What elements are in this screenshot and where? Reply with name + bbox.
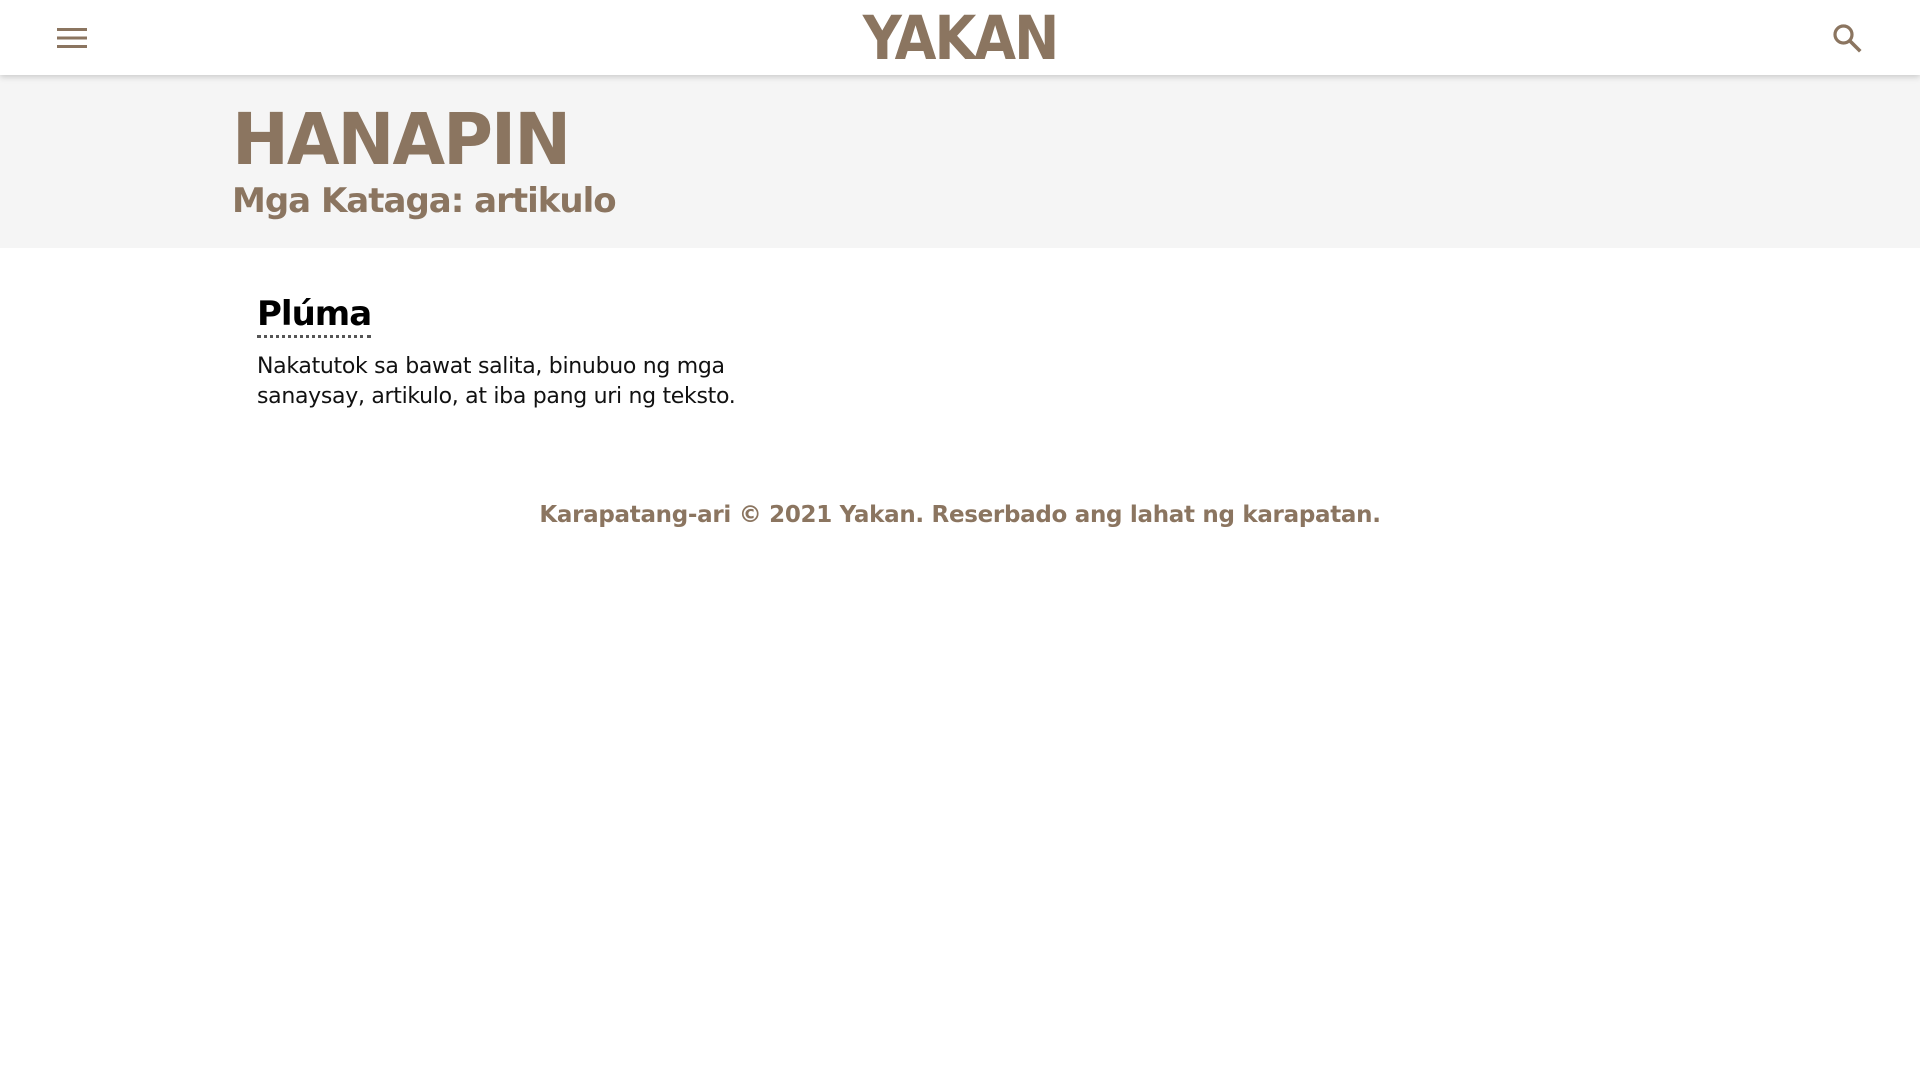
hamburger-menu-icon: [57, 28, 87, 48]
footer-copyright: Karapatang-ari © 2021 Yakan. Reserbado a…: [539, 502, 1381, 528]
result-item: Plúma Nakatutok sa bawat salita, binubuo…: [257, 294, 857, 412]
search-button[interactable]: [1826, 17, 1868, 59]
search-icon: [1833, 24, 1862, 53]
top-app-bar: YAKAN: [0, 0, 1920, 75]
result-description: Nakatutok sa bawat salita, binubuo ng mg…: [257, 353, 736, 409]
page-title: HANAPIN: [232, 98, 571, 182]
search-header: HANAPIN Mga Kataga: artikulo: [0, 75, 1920, 248]
result-title-link[interactable]: Plúma: [257, 294, 372, 338]
logo-text: YAKAN: [862, 2, 1060, 74]
search-query-label: Mga Kataga: artikulo: [232, 181, 617, 221]
menu-button[interactable]: [52, 20, 92, 56]
site-logo[interactable]: YAKAN: [860, 3, 1060, 74]
